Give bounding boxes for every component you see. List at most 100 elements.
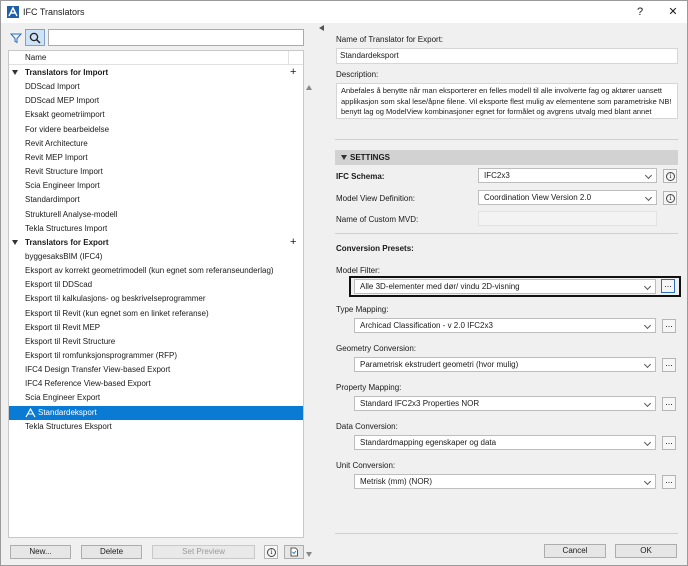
data-conversion-select[interactable]: Standardmapping egenskaper og data [354, 435, 656, 450]
ifc-schema-info-button[interactable]: i [663, 169, 677, 183]
unit-conversion-value: Metrisk (mm) (NOR) [360, 477, 432, 486]
unit-conversion-label: Unit Conversion: [336, 461, 396, 470]
translator-list-item[interactable]: Eksport av korrekt geometrimodell (kun e… [9, 264, 303, 278]
model-filter-select[interactable]: Alle 3D-elementer med dør/ vindu 2D-visn… [354, 279, 656, 294]
translator-list-item[interactable]: Eksport til Revit Structure [9, 335, 303, 349]
chevron-down-icon [643, 282, 652, 291]
translator-list-panel: Name Translators for Import + DDScad Impor… [8, 28, 312, 557]
translator-name: Eksport til Revit MEP [25, 322, 101, 332]
geometry-conversion-select[interactable]: Parametrisk ekstrudert geometri (hvor mu… [354, 357, 656, 372]
model-filter-label: Model Filter: [336, 266, 381, 275]
type-mapping-browse-button[interactable]: ... [662, 319, 676, 333]
translator-list-item[interactable]: Eksport til Revit (kun egnet som en link… [9, 307, 303, 321]
translator-list-item[interactable]: IFC4 Design Transfer View-based Export [9, 363, 303, 377]
translator-name: Eksport til Revit (kun egnet som en link… [25, 308, 209, 318]
divider [335, 533, 678, 534]
translator-list-item[interactable]: Eksport til romfunksjonsprogrammer (RFP) [9, 349, 303, 363]
translator-list-item[interactable]: Eksport til DDScad [9, 278, 303, 292]
translator-list-item[interactable]: DDScad Import [9, 80, 303, 94]
splitter-arrow-icon[interactable] [319, 25, 324, 31]
translator-list-item[interactable]: Eksport til Revit MEP [9, 321, 303, 335]
translator-list-item[interactable]: Standardeksport [9, 405, 303, 420]
filter-icon[interactable] [10, 32, 22, 44]
translator-name-label: Name of Translator for Export: [336, 35, 444, 44]
translator-icon [25, 407, 36, 417]
property-mapping-value: Standard IFC2x3 Properties NOR [360, 399, 480, 408]
translator-list-item[interactable]: Revit Structure Import [9, 165, 303, 179]
collapse-caret-icon[interactable] [12, 70, 18, 75]
property-mapping-select[interactable]: Standard IFC2x3 Properties NOR [354, 396, 656, 411]
translator-list-item[interactable]: Eksport til kalkulasjons- og beskrivelse… [9, 292, 303, 306]
translator-list-item[interactable]: IFC4 Reference View-based Export [9, 377, 303, 391]
translator-list-item[interactable]: Revit MEP Import [9, 151, 303, 165]
column-divider [288, 51, 289, 65]
settings-header[interactable]: SETTINGS [335, 150, 678, 165]
help-button[interactable]: ? [632, 5, 648, 19]
add-translator-icon[interactable]: + [290, 67, 296, 78]
translator-name: Eksport til romfunksjonsprogrammer (RFP) [25, 351, 178, 360]
translator-list-item[interactable]: byggesaksBIM (IFC4) [9, 250, 303, 264]
list-scrollbar[interactable] [303, 85, 313, 559]
type-mapping-label: Type Mapping: [336, 305, 389, 314]
model-filter-browse-button[interactable]: ... [661, 279, 675, 293]
translator-list-item[interactable]: Eksakt geometriimport [9, 108, 303, 122]
ifc-schema-label: IFC Schema: [336, 172, 385, 181]
collapse-caret-icon [341, 155, 347, 160]
column-header-name: Name [25, 53, 47, 62]
translator-name: IFC4 Design Transfer View-based Export [25, 365, 171, 375]
data-conversion-label: Data Conversion: [336, 422, 398, 431]
translator-name: DDScad Import [25, 82, 80, 92]
settings-label: SETTINGS [350, 153, 391, 162]
translator-list-item[interactable]: Tekla Structures Eksport [9, 420, 303, 434]
import-file-button[interactable] [284, 545, 304, 559]
scroll-up-arrow-icon[interactable] [306, 85, 312, 90]
search-input[interactable] [48, 29, 304, 46]
translator-list-item[interactable]: Revit Architecture [9, 137, 303, 151]
delete-button[interactable]: Delete [81, 545, 142, 559]
list-info-button[interactable]: i [264, 545, 278, 559]
ok-button[interactable]: OK [615, 544, 677, 558]
list-toolbar [8, 28, 304, 48]
ifc-schema-select[interactable]: IFC2x3 [478, 168, 657, 183]
type-mapping-select[interactable]: Archicad Classification - v 2.0 IFC2x3 [354, 318, 656, 333]
translator-name: Eksport til DDScad [25, 280, 93, 290]
group-label: Translators for Import [25, 68, 109, 77]
mvd-info-button[interactable]: i [663, 191, 677, 205]
scroll-down-arrow-icon[interactable] [306, 552, 312, 557]
translator-list-item[interactable]: Tekla Structures Import [9, 222, 303, 236]
property-mapping-browse-button[interactable]: ... [662, 397, 676, 411]
mvd-select[interactable]: Coordination View Version 2.0 [478, 190, 657, 205]
add-translator-icon[interactable]: + [290, 236, 296, 248]
unit-conversion-browse-button[interactable]: ... [662, 475, 676, 489]
unit-conversion-select[interactable]: Metrisk (mm) (NOR) [354, 474, 656, 489]
cancel-button[interactable]: Cancel [544, 544, 606, 558]
translator-list-item[interactable]: Standardimport [9, 193, 303, 207]
ifc-schema-value: IFC2x3 [484, 171, 510, 180]
translator-list-item[interactable]: Strukturell Analyse-modell [9, 208, 303, 222]
collapse-caret-icon[interactable] [12, 239, 18, 245]
translator-list-item[interactable]: Scia Engineer Export [9, 391, 303, 405]
set-preview-button[interactable]: Set Preview [152, 545, 255, 559]
translator-name: Eksport av korrekt geometrimodell (kun e… [25, 266, 274, 276]
close-button[interactable]: ✕ [665, 5, 681, 19]
info-icon: i [666, 194, 675, 203]
translator-list-item[interactable]: Scia Engineer Import [9, 179, 303, 193]
translator-name: Eksakt geometriimport [25, 110, 105, 120]
geometry-conversion-browse-button[interactable]: ... [662, 358, 676, 372]
search-icon [29, 32, 41, 44]
translator-name-field[interactable]: Standardeksport [336, 48, 678, 64]
conversion-presets-label: Conversion Presets: [336, 244, 414, 253]
translator-list-item[interactable]: For videre bearbeidelse [9, 123, 303, 137]
chevron-down-icon [644, 193, 653, 202]
translator-list-item[interactable]: DDScad MEP Import [9, 94, 303, 108]
description-label: Description: [336, 70, 379, 79]
description-field[interactable]: Anbefales å benytte når man eksporterer … [336, 83, 678, 119]
data-conversion-browse-button[interactable]: ... [662, 436, 676, 450]
geometry-conversion-value: Parametrisk ekstrudert geometri (hvor mu… [360, 360, 519, 369]
translator-group-header[interactable]: Translators for Export + [9, 236, 303, 250]
search-button[interactable] [25, 29, 45, 46]
new-button[interactable]: New... [10, 545, 71, 559]
data-conversion-value: Standardmapping egenskaper og data [360, 438, 497, 447]
translator-group-header[interactable]: Translators for Import + [9, 66, 303, 80]
translator-name: Eksport til Revit Structure [25, 336, 116, 346]
